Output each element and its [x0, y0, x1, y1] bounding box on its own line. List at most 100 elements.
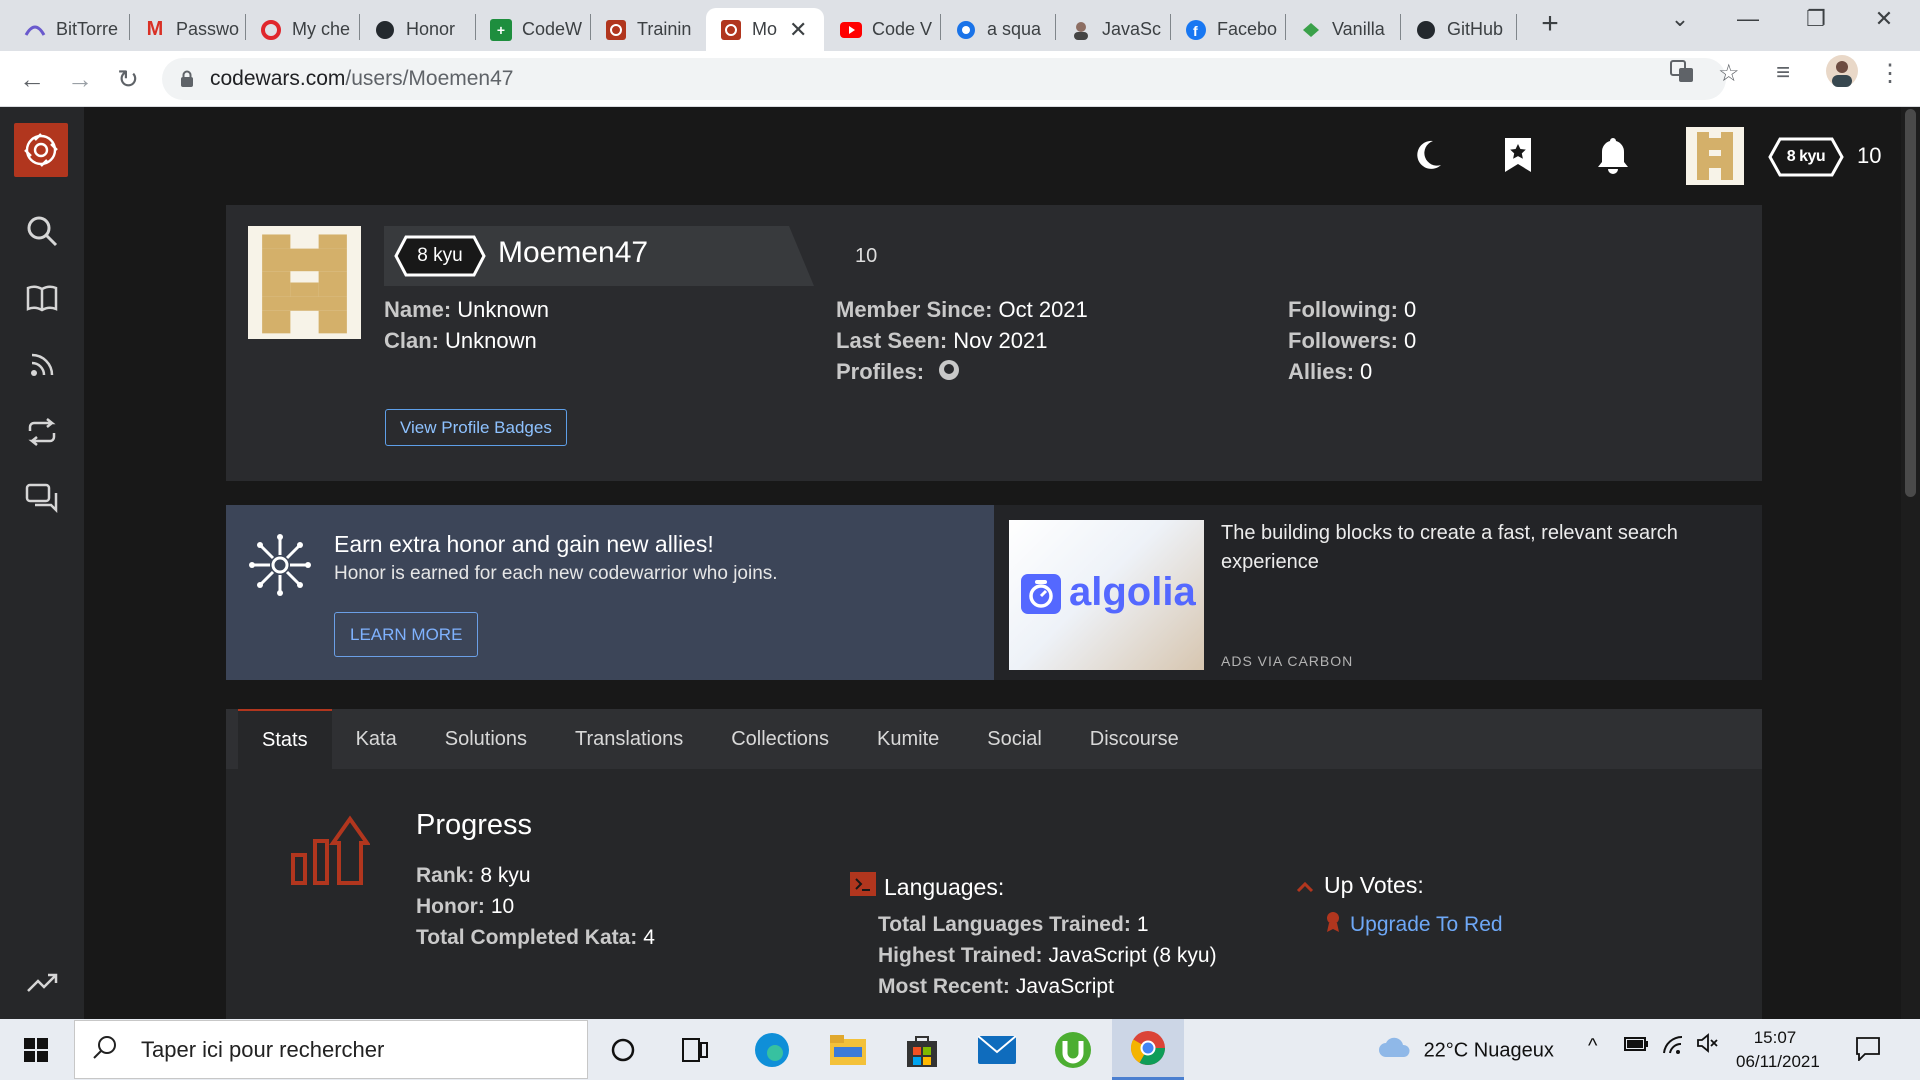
leaderboard-trend-icon[interactable]	[22, 963, 62, 1003]
browser-tab[interactable]: Honor	[360, 8, 473, 51]
notifications-bell-icon[interactable]	[1593, 135, 1633, 175]
browser-tab[interactable]: M Passwo	[130, 8, 243, 51]
task-view-icon[interactable]	[673, 1028, 717, 1072]
file-explorer-icon[interactable]	[826, 1028, 870, 1072]
clan-field: Clan: Unknown	[384, 328, 537, 353]
codewars-icon	[605, 19, 627, 41]
wifi-icon[interactable]	[1662, 1035, 1684, 1061]
browser-tab[interactable]: + CodeW	[476, 8, 589, 51]
back-icon[interactable]: ←	[16, 63, 48, 95]
tab-kata[interactable]: Kata	[332, 709, 421, 769]
browser-tab[interactable]: f Facebo	[1171, 8, 1284, 51]
scrollbar-thumb[interactable]	[1905, 109, 1916, 497]
edge-icon[interactable]	[750, 1028, 794, 1072]
name-field: Name: Unknown	[384, 297, 549, 322]
profile-avatar-icon[interactable]	[1826, 55, 1858, 94]
action-center-icon[interactable]	[1855, 1035, 1881, 1067]
feed-icon[interactable]	[22, 345, 62, 385]
dark-mode-moon-icon[interactable]	[1408, 135, 1448, 175]
codewars-plus-icon: +	[490, 18, 512, 41]
github-icon	[374, 19, 396, 41]
user-avatar[interactable]	[1686, 127, 1744, 185]
tab-collections[interactable]: Collections	[707, 709, 853, 769]
upgrade-to-red-link[interactable]: Upgrade To Red	[1326, 911, 1503, 939]
main-content: 8 kyu 10 8 kyu Moemen47 10 Name: Unknown …	[84, 107, 1920, 1019]
show-hidden-icons-chevron[interactable]: ^	[1588, 1035, 1597, 1058]
profile-rank-label: 8 kyu	[417, 245, 463, 266]
svg-text:f: f	[1193, 23, 1198, 39]
close-window-icon[interactable]: ✕	[1864, 6, 1904, 32]
github-profile-icon[interactable]	[938, 359, 960, 387]
page-scrollbar[interactable]	[1901, 107, 1920, 1019]
profile-honor: 10	[855, 245, 878, 267]
address-bar: ← → ↻ codewars.com/users/Moemen47 ☆ ≡ ⋮	[0, 51, 1920, 107]
close-tab-icon[interactable]: ✕	[789, 17, 807, 43]
translate-icon[interactable]	[1670, 59, 1694, 90]
browser-tab[interactable]: JavaSc	[1056, 8, 1169, 51]
chrome-menu-icon[interactable]: ⋮	[1878, 59, 1902, 88]
taskbar-search[interactable]: Taper ici pour rechercher	[74, 1020, 588, 1079]
view-profile-badges-button[interactable]: View Profile Badges	[385, 409, 567, 446]
cortana-icon[interactable]	[601, 1028, 645, 1072]
browser-tab[interactable]: a squa	[941, 8, 1054, 51]
codewars-logo-icon[interactable]	[14, 123, 68, 177]
practice-cycle-icon[interactable]	[22, 412, 62, 452]
new-tab-button[interactable]: +	[1536, 9, 1564, 39]
tab-search-icon[interactable]: ⌄	[1660, 6, 1700, 32]
ad-text[interactable]: The building blocks to create a fast, re…	[1221, 519, 1721, 577]
tab-solutions[interactable]: Solutions	[421, 709, 551, 769]
forward-icon[interactable]: →	[64, 63, 96, 95]
microsoft-store-icon[interactable]	[900, 1028, 944, 1072]
tab-translations[interactable]: Translations	[551, 709, 707, 769]
carbon-ad[interactable]: algolia The building blocks to create a …	[994, 505, 1762, 680]
progress-title: Progress	[416, 809, 533, 841]
algolia-ad-image[interactable]: algolia	[1009, 520, 1204, 670]
browser-tab[interactable]: GitHub	[1401, 8, 1514, 51]
minimize-icon[interactable]: —	[1728, 6, 1768, 32]
book-icon[interactable]	[22, 278, 62, 318]
stats-panel: Progress Rank: 8 kyu Honor: 10 Total Compl…	[226, 769, 1762, 1019]
browser-tab[interactable]: BitTorre	[10, 8, 128, 51]
total-languages-stat: Total Languages Trained: 1	[878, 913, 1149, 936]
profile-tabs: Stats Kata Solutions Translations Collec…	[226, 709, 1762, 769]
browser-tab-active[interactable]: Mo ✕	[706, 8, 824, 51]
utorrent-icon[interactable]	[1051, 1028, 1095, 1072]
learn-more-button[interactable]: LEARN MORE	[334, 612, 479, 657]
url-field[interactable]: codewars.com/users/Moemen47	[162, 58, 1726, 100]
tab-kumite[interactable]: Kumite	[853, 709, 963, 769]
weather-widget[interactable]: 22°C Nuageux	[1378, 1037, 1554, 1065]
cloud-icon	[1378, 1037, 1412, 1065]
browser-tab[interactable]: My che	[246, 8, 359, 51]
profiles-field: Profiles:	[836, 359, 960, 387]
browser-tab[interactable]: Vanilla	[1286, 8, 1399, 51]
ads-via-carbon-link[interactable]: ADS VIA CARBON	[1221, 653, 1353, 669]
referral-promo-banner: Earn extra honor and gain new allies! Ho…	[226, 505, 994, 680]
discuss-icon[interactable]	[22, 479, 62, 519]
bookmark-star-icon[interactable]: ☆	[1718, 59, 1740, 88]
volume-muted-icon[interactable]	[1696, 1033, 1720, 1059]
highest-trained-stat: Highest Trained: JavaScript (8 kyu)	[878, 944, 1217, 967]
tab-discourse[interactable]: Discourse	[1066, 709, 1203, 769]
battery-icon[interactable]	[1624, 1035, 1650, 1058]
tab-stats[interactable]: Stats	[238, 709, 332, 769]
browser-tab[interactable]: Trainin	[591, 8, 704, 51]
restore-icon[interactable]: ❐	[1796, 6, 1836, 32]
site-icon	[955, 19, 977, 41]
reload-icon[interactable]: ↻	[112, 63, 144, 95]
chrome-taskbar-icon[interactable]	[1112, 1019, 1184, 1080]
clock-date: 06/11/2021	[1736, 1052, 1820, 1071]
reading-list-icon[interactable]: ≡	[1776, 59, 1790, 87]
sparkle-icon	[248, 533, 312, 602]
browser-tab[interactable]: Code V	[826, 8, 939, 51]
clock[interactable]: 15:07 06/11/2021	[1736, 1026, 1820, 1074]
mail-icon[interactable]	[975, 1028, 1019, 1072]
search-icon[interactable]	[22, 211, 62, 251]
url-host: codewars.com	[210, 67, 346, 90]
opera-icon	[260, 19, 282, 41]
bookmark-icon[interactable]	[1498, 135, 1538, 175]
taskbar-search-placeholder: Taper ici pour rechercher	[141, 1036, 385, 1062]
windows-start-icon[interactable]	[14, 1028, 58, 1072]
tab-social[interactable]: Social	[963, 709, 1065, 769]
youtube-icon	[840, 19, 862, 41]
algolia-logo-icon	[1021, 574, 1061, 614]
